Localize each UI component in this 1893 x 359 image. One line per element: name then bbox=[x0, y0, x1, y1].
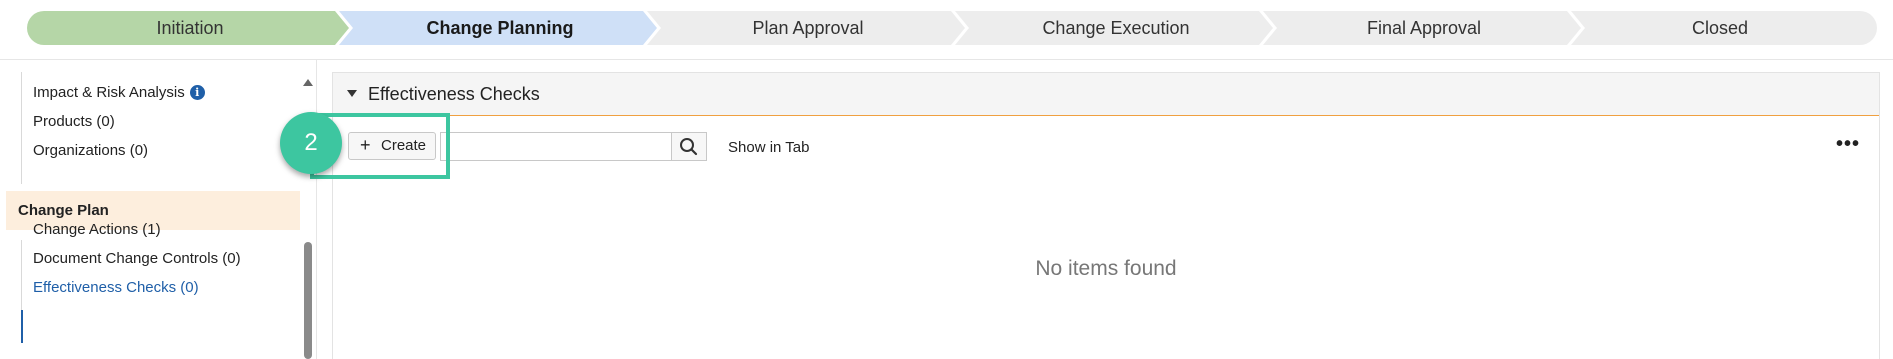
panel-title: Effectiveness Checks bbox=[368, 84, 540, 104]
stage-label-initiation: Initiation bbox=[156, 18, 224, 38]
sidebar-divider bbox=[316, 60, 317, 359]
step-number-badge: 2 bbox=[280, 112, 342, 174]
effectiveness-checks-panel: Effectiveness Checks bbox=[332, 72, 1880, 359]
panel-header[interactable]: Effectiveness Checks bbox=[333, 73, 1879, 116]
sidebar-item-document-change-controls[interactable]: Document Change Controls (0) bbox=[33, 250, 241, 267]
show-in-tab-link[interactable]: Show in Tab bbox=[728, 139, 809, 156]
sidebar-item-impact-risk-analysis[interactable]: Impact & Risk Analysis i bbox=[33, 84, 205, 101]
sidebar-active-indicator bbox=[21, 310, 23, 343]
progress-bar: Initiation Change Planning Plan Approval… bbox=[27, 11, 1877, 45]
scroll-up-arrow-icon[interactable] bbox=[303, 79, 313, 86]
search-input[interactable] bbox=[440, 132, 671, 161]
sidebar-tree-line bbox=[21, 72, 22, 184]
sidebar-item-change-actions[interactable]: Change Actions (1) bbox=[33, 221, 161, 238]
more-icon[interactable]: ••• bbox=[1836, 133, 1860, 156]
sidebar-item-products[interactable]: Products (0) bbox=[33, 113, 115, 130]
search-icon bbox=[680, 138, 698, 156]
sidebar-item-effectiveness-checks[interactable]: Effectiveness Checks (0) bbox=[33, 279, 199, 296]
info-icon[interactable]: i bbox=[189, 85, 205, 100]
sidebar: Impact & Risk Analysis i Products (0) Org… bbox=[0, 60, 316, 359]
stage-label-final-approval: Final Approval bbox=[1366, 18, 1482, 38]
stage-label-change-execution: Change Execution bbox=[1042, 18, 1190, 38]
sidebar-scrollbar-thumb[interactable] bbox=[304, 242, 312, 359]
collapse-caret-icon[interactable] bbox=[347, 90, 357, 97]
search-button[interactable] bbox=[671, 132, 707, 161]
sidebar-item-label: Impact & Risk Analysis bbox=[33, 84, 185, 101]
stage-label-plan-approval: Plan Approval bbox=[752, 18, 864, 38]
sidebar-item-organizations[interactable]: Organizations (0) bbox=[33, 142, 148, 159]
stage-label-closed: Closed bbox=[1691, 18, 1749, 38]
empty-state-message: No items found bbox=[1035, 257, 1177, 280]
stage-label-change-planning: Change Planning bbox=[426, 18, 574, 38]
